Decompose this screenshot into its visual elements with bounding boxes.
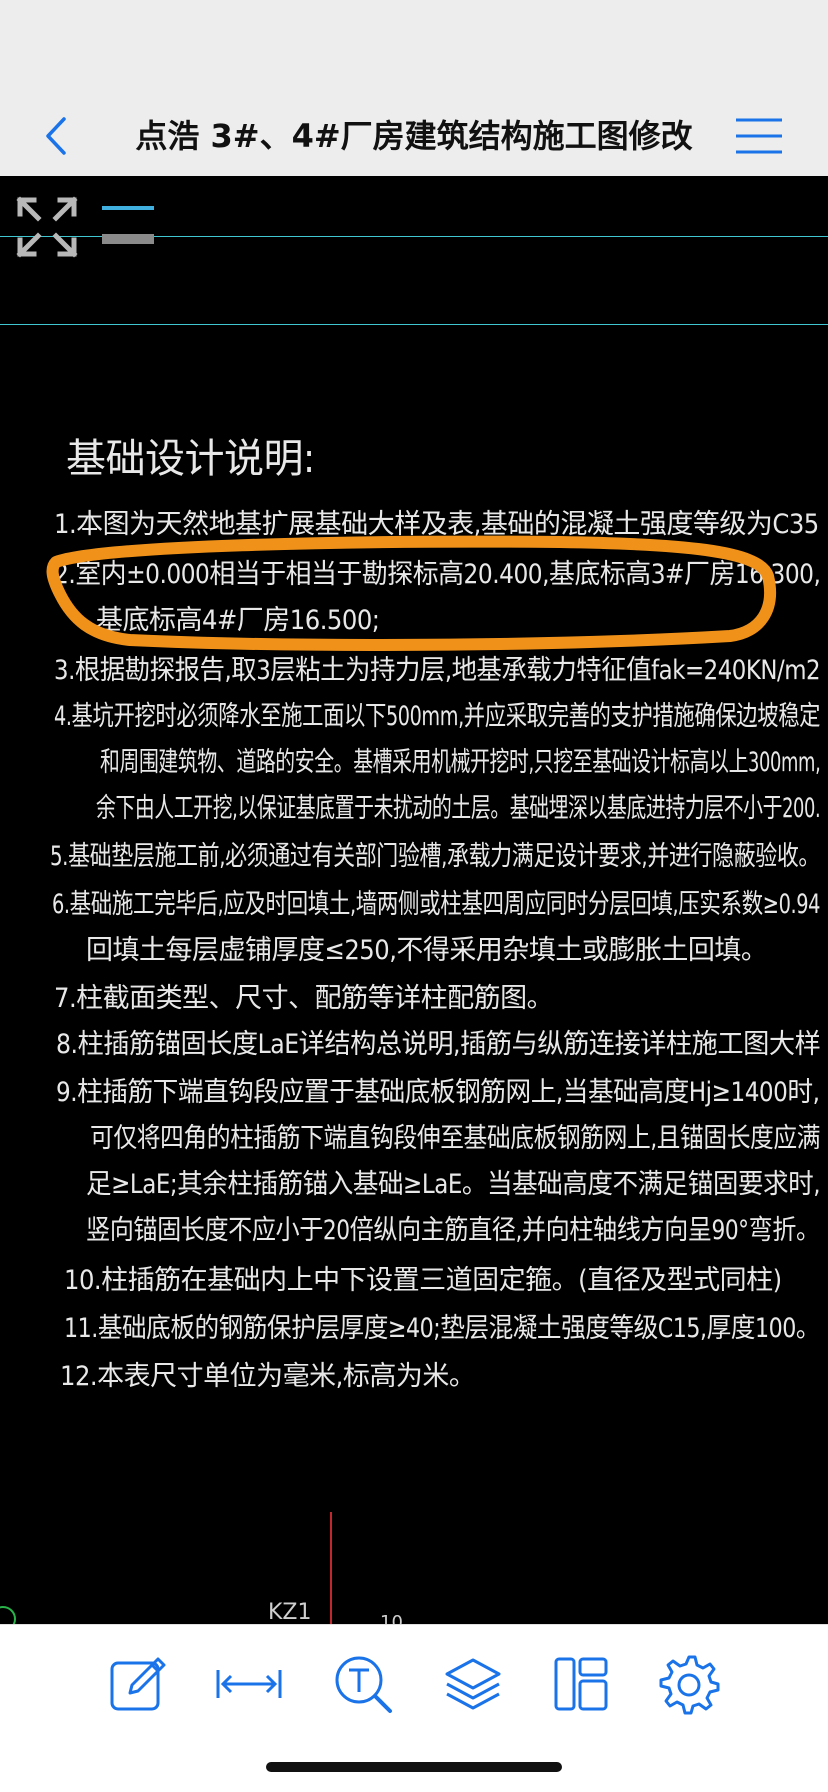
layer-line-active	[102, 206, 154, 210]
drawing-line: 9.柱插筋下端直钩段应置于基础底板钢筋网上,当基础高度Hj≥1400时,	[56, 1077, 820, 1108]
drawing-heading: 基础设计说明:	[66, 436, 315, 482]
layout-panels-icon	[554, 1657, 608, 1711]
drawing-line: 竖向锚固长度不应小于20倍纵向主筋直径,并向柱轴线方向呈90°弯折。	[86, 1215, 820, 1246]
partial-label: 10	[380, 1612, 403, 1624]
layers-button[interactable]	[438, 1649, 508, 1719]
grid-line	[0, 324, 828, 325]
status-bar	[0, 0, 828, 96]
drawing-line: 基底标高4#厂房16.500;	[96, 605, 380, 636]
drawing-line: 可仅将四角的柱插筋下端直钩段伸至基础底板钢筋网上,且锚固长度应满	[90, 1123, 821, 1154]
drawing-line: 6.基础施工完毕后,应及时回填土,墙两侧或柱基四周应同时分层回填,压实系数≥0.…	[52, 889, 821, 920]
drawing-line: 足≥LaE;其余柱插筋锚入基础≥LaE。当基础高度不满足锚固要求时,	[86, 1169, 821, 1200]
drawing-line: 11.基础底板的钢筋保护层厚度≥40;垫层混凝土强度等级C15,厚度100。	[64, 1313, 821, 1344]
drawing-line: 12.本表尺寸单位为毫米,标高为米。	[60, 1361, 476, 1392]
cad-viewer-screen: 点浩 3#、4#厂房建筑结构施工图修改 基础设计说明: 1.本图为天然地基扩展基…	[0, 0, 828, 1792]
back-button[interactable]	[36, 110, 76, 162]
drawing-green-arc	[0, 1606, 16, 1624]
layout-button[interactable]	[546, 1649, 616, 1719]
layer-line-inactive	[102, 234, 154, 244]
drawing-line: 4.基坑开挖时必须降水至施工面以下500mm,并应采取完善的支护措施确保边坡稳定	[54, 701, 821, 732]
annotate-tool-button[interactable]	[104, 1649, 174, 1719]
edit-note-icon	[110, 1657, 166, 1711]
drawing-line: 余下由人工开挖,以保证基底置于未扰动的土层。基础埋深以基底进持力层不小于200.	[96, 793, 821, 824]
drawing-line: 回填土每层虚铺厚度≤250,不得采用杂填土或膨胀土回填。	[86, 935, 768, 966]
drawing-line: 1.本图为天然地基扩展基础大样及表,基础的混凝土强度等级为C35	[54, 509, 819, 540]
drawing-canvas[interactable]: 基础设计说明: 1.本图为天然地基扩展基础大样及表,基础的混凝土强度等级为C35…	[0, 176, 828, 1624]
drawing-line: 和周围建筑物、道路的安全。基槽采用机械开挖时,只挖至基础设计标高以上300mm,	[100, 747, 821, 778]
drawing-line: 2.室内±0.000相当于相当于勘探标高20.400,基底标高3#厂房16.30…	[54, 559, 821, 590]
fullscreen-button[interactable]	[16, 196, 78, 258]
measure-distance-icon	[216, 1670, 282, 1698]
measure-tool-button[interactable]	[214, 1649, 284, 1719]
hamburger-menu-icon	[736, 118, 782, 154]
text-search-button[interactable]	[328, 1649, 398, 1719]
chevron-left-icon	[46, 117, 66, 155]
document-title: 点浩 3#、4#厂房建筑结构施工图修改	[135, 117, 693, 155]
text-search-icon	[335, 1656, 392, 1713]
drawing-line: 5.基础垫层施工前,必须通过有关部门验槽,承载力满足设计要求,并进行隐蔽验收。	[50, 841, 821, 872]
menu-button[interactable]	[734, 114, 784, 158]
settings-button[interactable]	[654, 1649, 724, 1719]
drawing-line: 7.柱截面类型、尺寸、配筋等详柱配筋图。	[54, 983, 554, 1014]
drawing-line: 8.柱插筋锚固长度LaE详结构总说明,插筋与纵筋连接详柱施工图大样	[56, 1029, 821, 1060]
drawing-line: 3.根据勘探报告,取3层粘土为持力层,地基承载力特征值fak=240KN/m2	[54, 655, 821, 686]
column-label: KZ1	[268, 1600, 312, 1624]
settings-gear-icon	[659, 1655, 720, 1715]
navigation-bar: 点浩 3#、4#厂房建筑结构施工图修改	[0, 96, 828, 177]
drawing-line: 10.柱插筋在基础内上中下设置三道固定箍。(直径及型式同柱)	[64, 1265, 782, 1296]
layers-icon	[445, 1658, 501, 1710]
expand-arrows-icon	[16, 196, 78, 258]
drawing-red-line	[330, 1512, 332, 1624]
home-indicator[interactable]	[266, 1762, 562, 1772]
layer-toggle[interactable]	[102, 206, 154, 246]
